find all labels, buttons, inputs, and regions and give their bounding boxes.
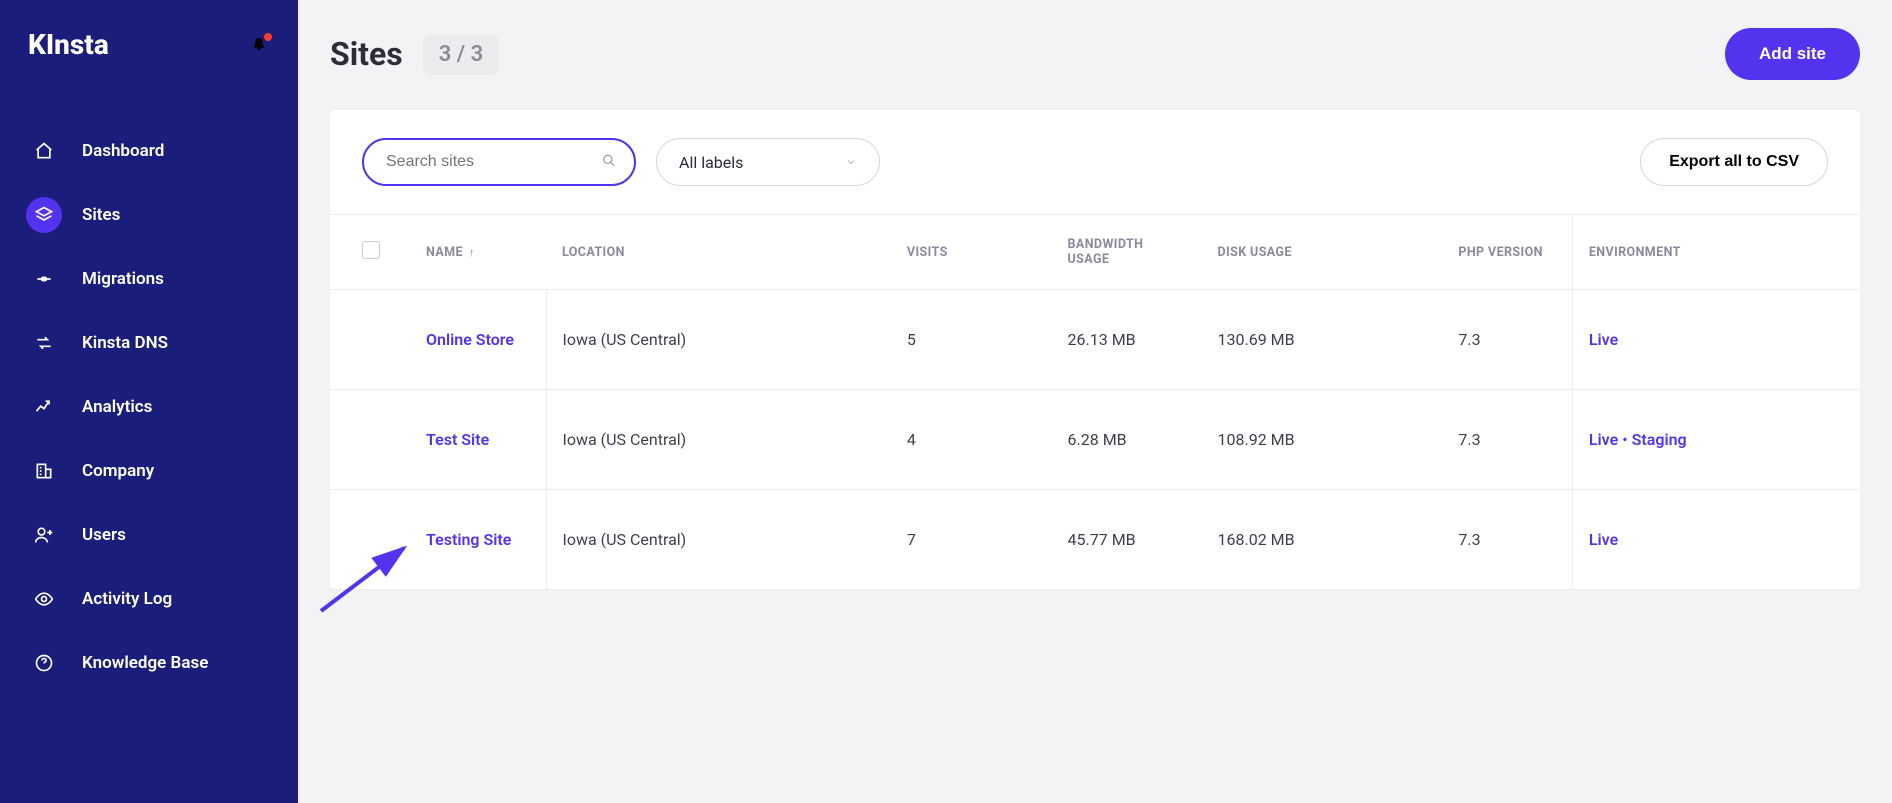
arrows-icon	[34, 333, 54, 353]
cell-bandwidth: 26.13 MB	[1052, 290, 1202, 390]
table-row: Test Site Iowa (US Central)46.28 MB108.92…	[330, 390, 1860, 490]
sidebar-item-sites[interactable]: Sites	[0, 183, 298, 247]
environment-link[interactable]: Live	[1589, 430, 1618, 449]
col-location[interactable]: LOCATION	[546, 215, 891, 290]
col-bandwidth[interactable]: BANDWIDTH USAGE	[1052, 215, 1202, 290]
site-name-cell: Testing Site	[410, 490, 546, 590]
environment-link[interactable]: Live	[1589, 330, 1618, 349]
select-all-checkbox[interactable]	[362, 241, 380, 259]
sidebar-item-label: Company	[82, 461, 154, 481]
row-checkbox-cell	[330, 490, 410, 590]
sidebar-item-kb[interactable]: Knowledge Base	[0, 631, 298, 695]
sort-asc-icon: ↑	[469, 246, 475, 259]
sidebar-item-label: Activity Log	[82, 589, 172, 609]
brand-logo: KInsta	[28, 28, 109, 61]
col-disk[interactable]: DISK USAGE	[1202, 215, 1443, 290]
cell-disk: 108.92 MB	[1202, 390, 1443, 490]
help-icon	[34, 653, 54, 673]
site-name-link[interactable]: Online Store	[426, 330, 514, 349]
sidebar-item-label: Sites	[82, 205, 120, 225]
page-title: Sites	[330, 35, 403, 73]
sidebar-item-dns[interactable]: Kinsta DNS	[0, 311, 298, 375]
row-checkbox-cell	[330, 290, 410, 390]
cell-php: 7.3	[1442, 290, 1572, 390]
table-row: Testing Site Iowa (US Central)745.77 MB16…	[330, 490, 1860, 590]
sites-count-badge: 3 / 3	[423, 34, 499, 75]
site-name-cell: Online Store	[410, 290, 546, 390]
cell-bandwidth: 6.28 MB	[1052, 390, 1202, 490]
sidebar: KInsta Dashboard Sites Migrations Kinsta	[0, 0, 298, 803]
cell-bandwidth: 45.77 MB	[1052, 490, 1202, 590]
card-toolbar: All labels Export all to CSV	[330, 110, 1860, 214]
sidebar-item-migrations[interactable]: Migrations	[0, 247, 298, 311]
home-icon	[34, 141, 54, 161]
eye-icon	[34, 589, 54, 609]
cell-location: Iowa (US Central)	[546, 290, 891, 390]
cell-php: 7.3	[1442, 390, 1572, 490]
environment-link[interactable]: Live	[1589, 530, 1618, 549]
cell-php: 7.3	[1442, 490, 1572, 590]
cell-visits: 5	[891, 290, 1052, 390]
sidebar-item-label: Knowledge Base	[82, 653, 208, 673]
plug-icon	[34, 269, 54, 289]
cell-visits: 7	[891, 490, 1052, 590]
col-visits[interactable]: VISITS	[891, 215, 1052, 290]
user-plus-icon	[34, 525, 54, 545]
env-separator: •	[1618, 430, 1631, 449]
sidebar-item-analytics[interactable]: Analytics	[0, 375, 298, 439]
site-name-link[interactable]: Testing Site	[426, 530, 511, 549]
cell-visits: 4	[891, 390, 1052, 490]
cell-disk: 168.02 MB	[1202, 490, 1443, 590]
col-php[interactable]: PHP VERSION	[1442, 215, 1572, 290]
notification-dot	[264, 33, 272, 41]
sidebar-item-company[interactable]: Company	[0, 439, 298, 503]
building-icon	[34, 461, 54, 481]
sidebar-item-dashboard[interactable]: Dashboard	[0, 119, 298, 183]
sites-card: All labels Export all to CSV	[330, 110, 1860, 590]
sidebar-item-label: Dashboard	[82, 141, 164, 161]
sidebar-item-label: Migrations	[82, 269, 164, 289]
notifications-bell[interactable]	[250, 35, 270, 55]
cell-disk: 130.69 MB	[1202, 290, 1443, 390]
site-name-cell: Test Site	[410, 390, 546, 490]
sidebar-item-label: Kinsta DNS	[82, 333, 168, 353]
labels-select[interactable]: All labels	[656, 138, 880, 186]
environment-link[interactable]: Staging	[1632, 430, 1687, 449]
stack-icon	[34, 205, 54, 225]
cell-environment: Live	[1572, 290, 1860, 390]
search-icon	[602, 153, 616, 172]
sidebar-item-label: Users	[82, 525, 126, 545]
cell-location: Iowa (US Central)	[546, 490, 891, 590]
cell-location: Iowa (US Central)	[546, 390, 891, 490]
export-csv-button[interactable]: Export all to CSV	[1640, 138, 1828, 186]
add-site-button[interactable]: Add site	[1725, 28, 1860, 80]
site-name-link[interactable]: Test Site	[426, 430, 489, 449]
search-input[interactable]	[386, 153, 590, 171]
sidebar-item-users[interactable]: Users	[0, 503, 298, 567]
sidebar-nav: Dashboard Sites Migrations Kinsta DNS An…	[0, 89, 298, 695]
sidebar-item-label: Analytics	[82, 397, 152, 417]
col-name[interactable]: NAME	[426, 245, 463, 260]
trend-icon	[34, 397, 54, 417]
labels-select-value: All labels	[679, 153, 743, 172]
chevron-down-icon	[845, 153, 857, 172]
page-header: Sites 3 / 3 Add site	[330, 28, 1860, 80]
row-checkbox-cell	[330, 390, 410, 490]
cell-environment: Live	[1572, 490, 1860, 590]
search-sites-wrap[interactable]	[362, 138, 636, 186]
main-content: Sites 3 / 3 Add site All labels	[298, 0, 1892, 803]
sidebar-item-activity[interactable]: Activity Log	[0, 567, 298, 631]
col-environment[interactable]: ENVIRONMENT	[1572, 215, 1860, 290]
cell-environment: Live•Staging	[1572, 390, 1860, 490]
sites-table: NAME ↑ LOCATION VISITS BANDWIDTH USAGE D…	[330, 214, 1860, 590]
table-row: Online Store Iowa (US Central)526.13 MB13…	[330, 290, 1860, 390]
